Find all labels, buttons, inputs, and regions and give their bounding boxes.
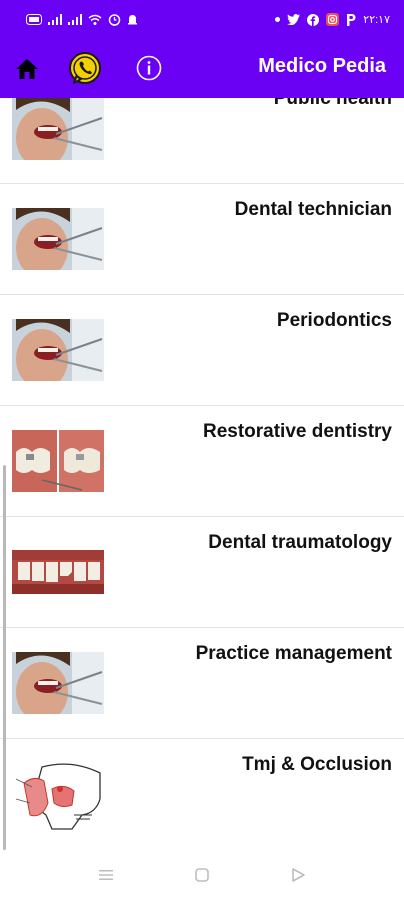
item-title: Public health bbox=[273, 98, 392, 109]
dental-exam-photo bbox=[12, 652, 104, 714]
dot-icon bbox=[275, 17, 281, 22]
signal-icon bbox=[68, 14, 82, 25]
dental-exam-photo bbox=[12, 98, 104, 160]
list-item[interactable]: Restorative dentistry bbox=[0, 406, 404, 517]
category-list[interactable]: Public health Dental technician Periodon… bbox=[0, 98, 404, 850]
item-title: Practice management bbox=[195, 643, 392, 664]
item-title: Periodontics bbox=[276, 310, 392, 331]
list-item[interactable]: Practice management bbox=[0, 628, 404, 739]
item-title: Restorative dentistry bbox=[202, 421, 392, 442]
app-bar: Medico Pedia bbox=[0, 38, 404, 98]
app-title: Medico Pedia bbox=[258, 55, 386, 77]
sim-icon bbox=[26, 14, 42, 25]
whatsapp-icon[interactable] bbox=[66, 50, 104, 88]
back-triangle-icon[interactable] bbox=[288, 865, 308, 885]
p-icon bbox=[347, 13, 356, 26]
dental-exam-photo bbox=[12, 319, 104, 381]
item-title: Dental traumatology bbox=[208, 532, 392, 553]
wifi-icon bbox=[88, 14, 102, 25]
menu-icon[interactable] bbox=[96, 865, 116, 885]
home-icon[interactable] bbox=[14, 56, 40, 82]
home-square-icon[interactable] bbox=[192, 865, 212, 885]
status-right-icons: ۲۲:۱۷ bbox=[275, 13, 390, 26]
list-item[interactable]: Public health bbox=[0, 98, 404, 184]
status-left-icons bbox=[26, 13, 138, 26]
list-item[interactable]: Tmj & Occlusion bbox=[0, 739, 404, 849]
status-time: ۲۲:۱۷ bbox=[363, 14, 390, 26]
list-item[interactable]: Dental traumatology bbox=[0, 517, 404, 628]
broken-tooth-photo bbox=[12, 550, 104, 594]
list-item[interactable]: Periodontics bbox=[0, 295, 404, 406]
system-nav-bar bbox=[0, 850, 404, 900]
scrollbar[interactable] bbox=[3, 465, 6, 850]
dental-exam-photo bbox=[12, 208, 104, 270]
info-icon[interactable] bbox=[136, 55, 162, 81]
signal-icon bbox=[48, 14, 62, 25]
notification-icon bbox=[128, 15, 137, 25]
status-bar: ۲۲:۱۷ bbox=[0, 0, 404, 38]
item-title: Tmj & Occlusion bbox=[242, 754, 392, 775]
alarm-icon bbox=[108, 14, 121, 26]
instagram-icon bbox=[326, 13, 340, 26]
item-title: Dental technician bbox=[234, 199, 392, 220]
tmj-skull-illustration bbox=[12, 759, 104, 831]
list-item[interactable]: Dental technician bbox=[0, 184, 404, 295]
twitter-icon bbox=[287, 14, 301, 25]
facebook-icon bbox=[307, 13, 320, 26]
restorative-teeth-photo bbox=[12, 430, 104, 492]
